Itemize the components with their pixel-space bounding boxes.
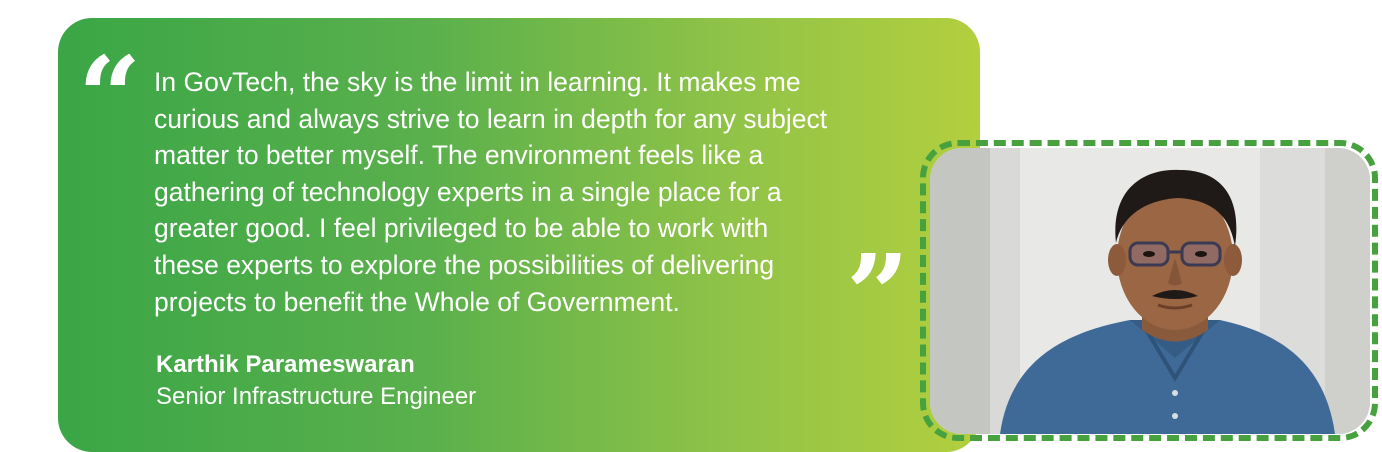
dashed-photo-frame (920, 140, 1378, 441)
author-block: Karthik Parameswaran Senior Infrastructu… (156, 350, 476, 414)
author-title: Senior Infrastructure Engineer (156, 383, 477, 410)
open-quote-icon: “ (78, 32, 141, 161)
author-name: Karthik Parameswaran (156, 351, 415, 378)
close-quote-icon: ” (846, 230, 909, 359)
testimonial-quote: In GovTech, the sky is the limit in lear… (154, 67, 828, 317)
